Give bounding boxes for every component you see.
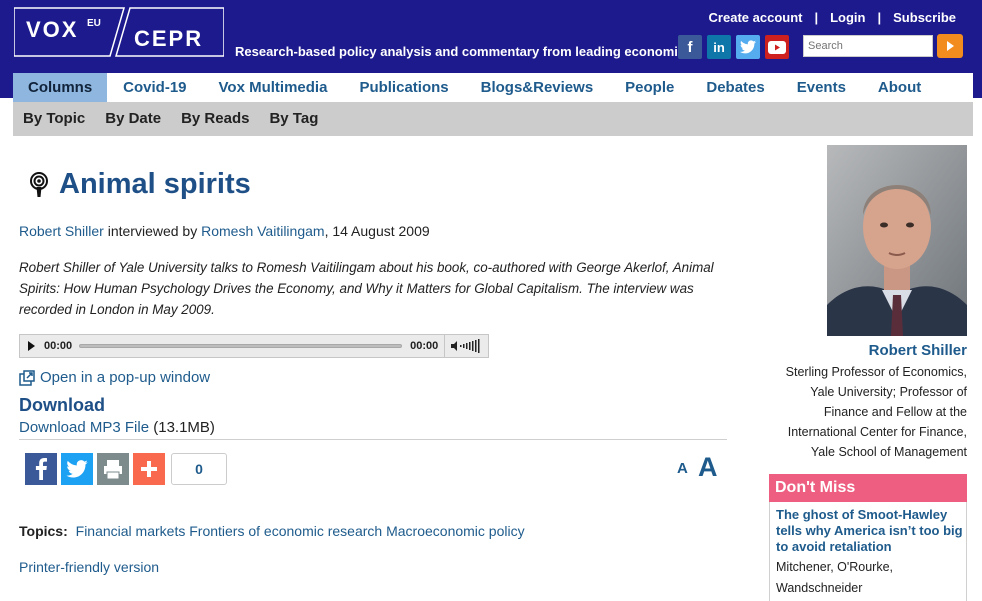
printer-icon — [104, 460, 122, 480]
current-time: 00:00 — [44, 340, 73, 352]
logo-cepr-text: CEPR — [134, 26, 203, 51]
share-count: 0 — [171, 453, 227, 485]
download-row: Download MP3 File (13.1MB) — [19, 419, 215, 436]
article-date: , 14 August 2009 — [324, 223, 430, 239]
volume-icon[interactable] — [451, 339, 481, 353]
topics: Topics: Financial markets Frontiers of e… — [19, 523, 525, 539]
nav-item-debates[interactable]: Debates — [690, 73, 780, 102]
printer-friendly-link[interactable]: Printer-friendly version — [19, 559, 159, 575]
author-bio: Sterling Professor of Economics, Yale Un… — [785, 365, 967, 459]
facebook-icon — [35, 458, 47, 480]
page-title: Animal spirits — [59, 168, 251, 200]
site-tagline: Research-based policy analysis and comme… — [235, 44, 697, 59]
nav-item-about[interactable]: About — [862, 73, 937, 102]
linkedin-icon[interactable]: in — [707, 35, 731, 59]
create-account-link[interactable]: Create account — [709, 10, 803, 25]
topic-link[interactable]: Financial markets — [76, 523, 186, 539]
interviewer-link[interactable]: Romesh Vaitilingam — [201, 223, 324, 239]
nav-item-covid-19[interactable]: Covid-19 — [107, 73, 202, 102]
subnav-item-by-date[interactable]: By Date — [95, 102, 171, 136]
more-share-button[interactable] — [133, 453, 165, 485]
author-photo[interactable] — [827, 145, 967, 336]
youtube-icon[interactable] — [765, 35, 789, 59]
nav-item-vox-multimedia[interactable]: Vox Multimedia — [203, 73, 344, 102]
podcast-icon — [30, 172, 48, 197]
search-input[interactable] — [803, 35, 933, 57]
popup-row: Open in a pop-up window — [19, 369, 210, 386]
byline-text: interviewed by — [103, 223, 202, 239]
dont-miss-title: Don't Miss — [769, 474, 967, 502]
twitter-icon[interactable] — [736, 35, 760, 59]
article-summary: Robert Shiller of Yale University talks … — [19, 260, 714, 317]
nav-item-publications[interactable]: Publications — [343, 73, 464, 102]
nav-item-columns[interactable]: Columns — [13, 73, 108, 102]
file-size: (13.1MB) — [149, 419, 215, 436]
search-button[interactable] — [937, 34, 963, 58]
topic-link[interactable]: Frontiers of economic research — [189, 523, 382, 539]
subscribe-link[interactable]: Subscribe — [893, 10, 956, 25]
plus-icon — [141, 461, 157, 477]
nav-item-events[interactable]: Events — [781, 73, 862, 102]
author-link[interactable]: Robert Shiller — [19, 223, 104, 239]
download-heading: Download — [19, 395, 105, 415]
nav-item-people[interactable]: People — [609, 73, 690, 102]
byline: Robert Shiller interviewed by Romesh Vai… — [19, 223, 430, 239]
font-increase-button[interactable]: A — [698, 452, 718, 483]
main-nav: Columns Covid-19 Vox Multimedia Publicat… — [13, 73, 973, 102]
sub-nav: By Topic By Date By Reads By Tag — [13, 102, 973, 136]
divider — [444, 334, 446, 358]
login-link[interactable]: Login — [830, 10, 865, 25]
subnav-item-by-reads[interactable]: By Reads — [171, 102, 259, 136]
logo-vox-text: VOX — [26, 17, 78, 42]
facebook-icon[interactable]: f — [678, 35, 702, 59]
author-name-link[interactable]: Robert Shiller — [869, 342, 967, 359]
dont-miss-headline-link[interactable]: The ghost of Smoot-Hawley tells why Amer… — [776, 507, 964, 555]
popup-link[interactable]: Open in a pop-up window — [40, 369, 210, 386]
topic-link[interactable]: Macroeconomic policy — [386, 523, 525, 539]
play-icon[interactable] — [28, 341, 35, 351]
subnav-item-by-topic[interactable]: By Topic — [13, 102, 95, 136]
twitter-share-button[interactable] — [61, 453, 93, 485]
divider — [19, 439, 727, 440]
vox-cepr-logo[interactable]: VOX EU CEPR — [14, 6, 224, 58]
twitter-icon — [66, 460, 88, 478]
download-mp3-link[interactable]: Download MP3 File — [19, 419, 149, 436]
progress-bar[interactable] — [79, 344, 403, 348]
audio-player: 00:00 00:00 — [19, 334, 489, 358]
subnav-item-by-tag[interactable]: By Tag — [259, 102, 328, 136]
dont-miss-authors: Mitchener, O'Rourke, Wandschneider — [776, 560, 894, 595]
logo-eu-text: EU — [87, 18, 101, 29]
font-decrease-button[interactable]: A — [677, 460, 688, 477]
arrow-right-icon — [947, 41, 954, 51]
topics-label: Topics: — [19, 523, 68, 539]
facebook-share-button[interactable] — [25, 453, 57, 485]
print-share-button[interactable] — [97, 453, 129, 485]
separator: | — [877, 10, 882, 25]
duration-time: 00:00 — [410, 340, 439, 352]
nav-item-blogs-reviews[interactable]: Blogs&Reviews — [465, 73, 610, 102]
separator: | — [814, 10, 819, 25]
account-links: Create account | Login | Subscribe — [709, 10, 956, 25]
external-window-icon[interactable] — [19, 369, 35, 386]
